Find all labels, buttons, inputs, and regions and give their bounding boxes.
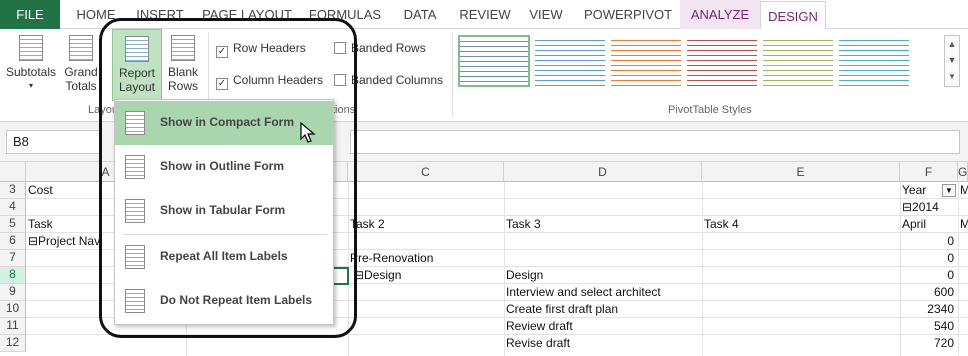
pivot-style-thumbnail[interactable] xyxy=(534,35,606,87)
cell-d11[interactable]: Review draft xyxy=(504,318,702,335)
cell-d12[interactable]: Revise draft xyxy=(504,335,702,352)
cell-f7[interactable]: 0 xyxy=(900,250,958,267)
pivot-style-thumbnail[interactable] xyxy=(686,35,758,87)
cell-f3[interactable]: Year ▼ xyxy=(900,182,958,199)
banded-rows-label: Banded Rows xyxy=(351,41,426,55)
cell-d9[interactable]: Interview and select architect xyxy=(504,284,702,301)
subtotals-label: Subtotals xyxy=(5,65,57,79)
cell-f12[interactable]: 720 xyxy=(900,335,958,352)
subtotals-button[interactable]: Subtotals ▾ xyxy=(4,35,58,93)
grand-totals-label-2: Totals xyxy=(65,79,97,93)
group-divider xyxy=(452,33,453,117)
cell-d8[interactable]: Design xyxy=(504,267,702,284)
cell-d10[interactable]: Create first draft plan xyxy=(504,301,702,318)
tab-data[interactable]: DATA xyxy=(392,0,448,29)
grand-totals-button[interactable]: Grand Totals xyxy=(60,35,102,93)
grand-totals-icon xyxy=(69,35,93,61)
select-all-corner[interactable] xyxy=(0,162,26,182)
row-header[interactable]: 7 xyxy=(0,250,26,267)
cell-g5[interactable]: M xyxy=(958,216,968,233)
row-header[interactable]: 4 xyxy=(0,199,26,216)
grid-line xyxy=(702,182,703,356)
column-header-d[interactable]: D xyxy=(504,162,702,182)
tab-analyze[interactable]: ANALYZE xyxy=(680,0,760,29)
row-header[interactable]: 9 xyxy=(0,284,26,301)
cell-f3-text: Year xyxy=(902,183,927,197)
column-header-g[interactable]: G xyxy=(958,162,968,182)
banded-columns-label: Banded Columns xyxy=(351,73,444,87)
grand-totals-label-1: Grand xyxy=(64,65,98,79)
tab-view[interactable]: VIEW xyxy=(522,0,570,29)
pivot-style-thumbnail[interactable] xyxy=(838,35,910,87)
cell-f11[interactable]: 540 xyxy=(900,318,958,335)
cell-f4[interactable]: ⊟2014 xyxy=(900,199,958,216)
cell-c8[interactable]: ⊟Design xyxy=(352,267,502,284)
styles-scroll-control[interactable]: ▲ ▼ ▾ xyxy=(944,35,960,87)
column-header-c[interactable]: C xyxy=(348,162,504,182)
pivot-style-thumbnail[interactable] xyxy=(610,35,682,87)
row-header[interactable]: 10 xyxy=(0,301,26,318)
name-box[interactable]: B8 xyxy=(6,130,102,154)
cell-f9[interactable]: 600 xyxy=(900,284,958,301)
grid-line xyxy=(958,182,959,356)
dropdown-arrow-icon: ▾ xyxy=(28,81,33,90)
tab-powerpivot[interactable]: POWERPIVOT xyxy=(580,0,676,29)
cell-f5[interactable]: April xyxy=(900,216,958,233)
row-header[interactable]: 6 xyxy=(0,233,26,250)
cell-d5[interactable]: Task 3 xyxy=(504,216,702,233)
pivot-style-thumbnail[interactable] xyxy=(458,35,530,87)
styles-group-label: PivotTable Styles xyxy=(668,104,752,116)
row-header[interactable]: 12 xyxy=(0,335,26,352)
row-header[interactable]: 8 xyxy=(0,267,26,284)
pivot-style-thumbnail[interactable] xyxy=(762,35,834,87)
cell-f10[interactable]: 2340 xyxy=(900,301,958,318)
cell-c7[interactable]: Pre-Renovation xyxy=(348,250,504,267)
row-header[interactable]: 11 xyxy=(0,318,26,335)
tab-review[interactable]: REVIEW xyxy=(454,0,516,29)
formula-input[interactable] xyxy=(350,130,960,154)
row-header[interactable]: 5 xyxy=(0,216,26,233)
filter-dropdown-icon[interactable]: ▼ xyxy=(942,184,956,197)
column-header-e[interactable]: E xyxy=(702,162,900,182)
cell-e5[interactable]: Task 4 xyxy=(702,216,900,233)
cell-c5[interactable]: Task 2 xyxy=(348,216,504,233)
cell-f8[interactable]: 0 xyxy=(900,267,958,284)
highlight-callout xyxy=(99,18,357,338)
cell-g3[interactable]: M xyxy=(958,182,968,199)
subtotals-icon xyxy=(19,35,43,61)
tab-file[interactable]: FILE xyxy=(0,0,60,29)
tab-design[interactable]: DESIGN xyxy=(760,1,826,30)
cell-f6[interactable]: 0 xyxy=(900,233,958,250)
row-header[interactable]: 3 xyxy=(0,182,26,199)
column-header-f[interactable]: F xyxy=(900,162,958,182)
